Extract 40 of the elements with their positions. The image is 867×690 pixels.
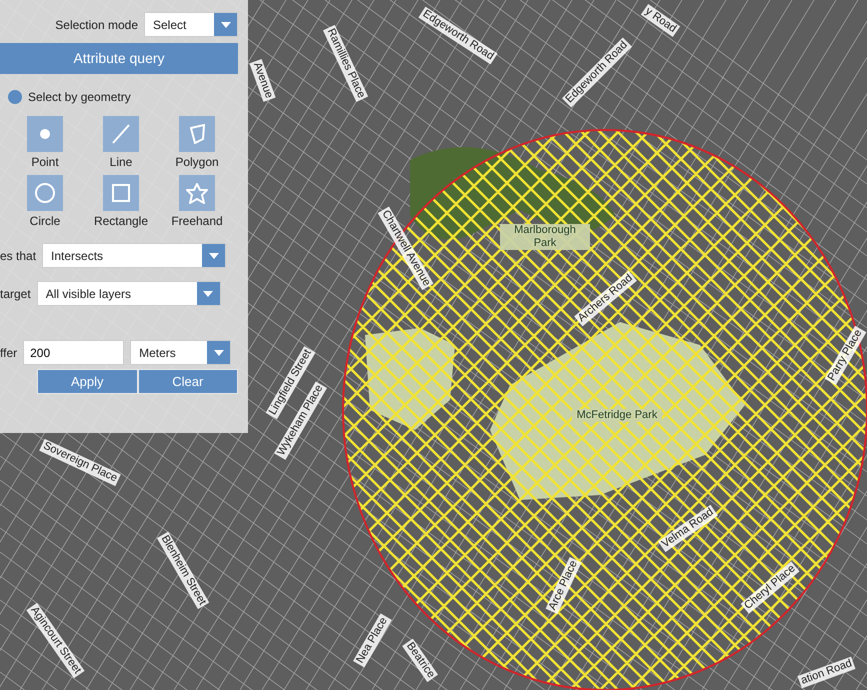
tool-label: Freehand [171,214,223,228]
tool-label: Polygon [175,155,219,169]
caret-icon [196,282,220,305]
point-tool-button[interactable] [27,116,63,152]
caret-icon [207,341,230,364]
radio-label: Select by geometry [28,89,131,106]
street-label: ation Road [797,656,856,688]
radio-button[interactable] [8,90,22,104]
tool-label: Point [31,155,59,169]
circle-tool-button[interactable] [27,175,63,211]
field-label: es that [0,248,36,264]
street-label: Avenue [248,58,276,102]
freehand-icon [186,182,208,204]
freehand-tool-button[interactable] [179,175,215,211]
attribute-query-button[interactable]: Attribute query [0,43,238,74]
line-icon [112,124,130,144]
selection-mode-dropdown[interactable]: Select [144,12,238,37]
tool-label: Rectangle [94,214,148,228]
field-label: Selection mode [55,16,138,34]
caret-icon [202,244,226,267]
apply-button[interactable]: Apply [37,369,138,394]
line-tool-button[interactable] [103,116,139,152]
tool-label: Circle [30,214,60,228]
rectangle-tool-button[interactable] [103,175,139,211]
park-label: McFetridge Park [572,408,662,422]
unit-dropdown[interactable]: Meters [130,340,232,365]
clear-button[interactable]: Clear [138,369,238,394]
target-dropdown[interactable]: All visible layers [36,281,221,306]
caret-icon [214,13,237,36]
point-icon [40,129,50,139]
circle-icon [35,183,55,203]
field-label: target [0,286,31,302]
polygon-tool-button[interactable] [179,116,215,152]
tool-label: Line [110,155,132,169]
park-label: Marlborough Park [500,224,590,250]
rectangle-icon [112,184,130,202]
relation-dropdown[interactable]: Intersects [42,243,226,268]
buffer-distance-field[interactable]: 200 [23,340,124,365]
field-label: ffer [0,344,18,362]
polygon-icon [190,124,204,144]
